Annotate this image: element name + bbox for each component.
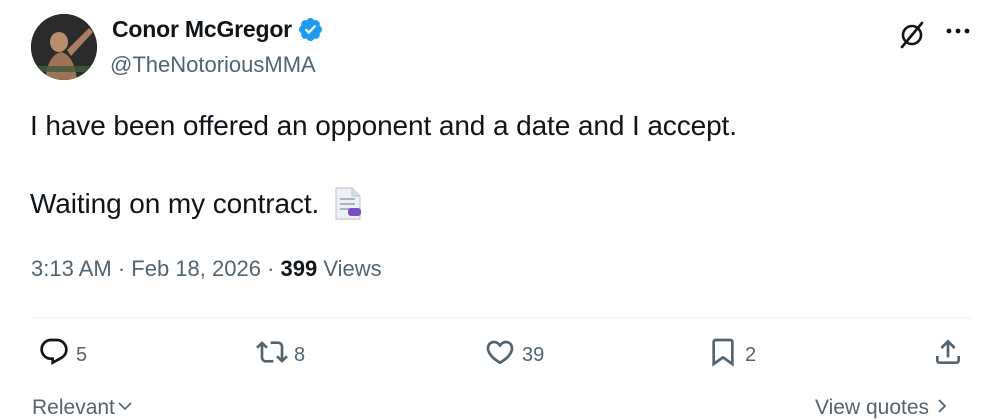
- like-count: 39: [522, 343, 545, 366]
- sort-label: Relevant: [32, 396, 115, 419]
- reply-icon: [38, 336, 70, 374]
- sort-replies-button[interactable]: Relevant: [32, 396, 133, 420]
- chevron-down-icon: [115, 396, 133, 420]
- tweet-meta: 3:13 AM · Feb 18, 2026 · 399 Views: [31, 256, 382, 282]
- repost-count: 8: [294, 343, 306, 366]
- repost-button[interactable]: 8: [256, 336, 305, 374]
- tweet-text-line-2-text: Waiting on my contract.: [30, 188, 320, 219]
- more-options-icon[interactable]: [944, 21, 972, 41]
- share-icon: [932, 336, 964, 374]
- avatar[interactable]: [31, 14, 97, 80]
- divider: [30, 318, 972, 319]
- tweet-text-line-1: I have been offered an opponent and a da…: [30, 110, 737, 141]
- reply-count: 5: [76, 343, 88, 366]
- bookmark-icon: [707, 336, 739, 374]
- view-quotes-link[interactable]: View quotes: [815, 396, 949, 420]
- repost-icon: [256, 336, 288, 374]
- author-name[interactable]: Conor McGregor: [112, 16, 292, 43]
- like-button[interactable]: 39: [484, 336, 544, 374]
- bookmark-count: 2: [745, 343, 757, 366]
- author-row: Conor McGregor: [112, 16, 324, 43]
- reply-button[interactable]: 5: [38, 336, 87, 374]
- tweet-text-line-2: Waiting on my contract.: [30, 186, 363, 222]
- views-count: 399: [280, 256, 318, 281]
- meta-separator: ·: [111, 256, 132, 281]
- views-label: Views: [317, 256, 382, 281]
- chevron-right-icon: [929, 396, 949, 420]
- view-quotes-label: View quotes: [815, 396, 930, 419]
- verified-badge-icon: [297, 16, 324, 43]
- author-handle[interactable]: @TheNotoriousMMA: [110, 52, 316, 78]
- tweet-time[interactable]: 3:13 AM: [31, 256, 112, 282]
- bookmark-button[interactable]: 2: [707, 336, 756, 374]
- share-button[interactable]: [932, 336, 964, 374]
- heart-icon: [484, 336, 516, 374]
- grok-icon[interactable]: [897, 20, 927, 50]
- tweet-date[interactable]: Feb 18, 2026: [131, 256, 261, 282]
- page-facing-up-icon: [333, 186, 363, 222]
- meta-separator: ·: [260, 256, 281, 281]
- profile-photo-icon: [31, 14, 97, 80]
